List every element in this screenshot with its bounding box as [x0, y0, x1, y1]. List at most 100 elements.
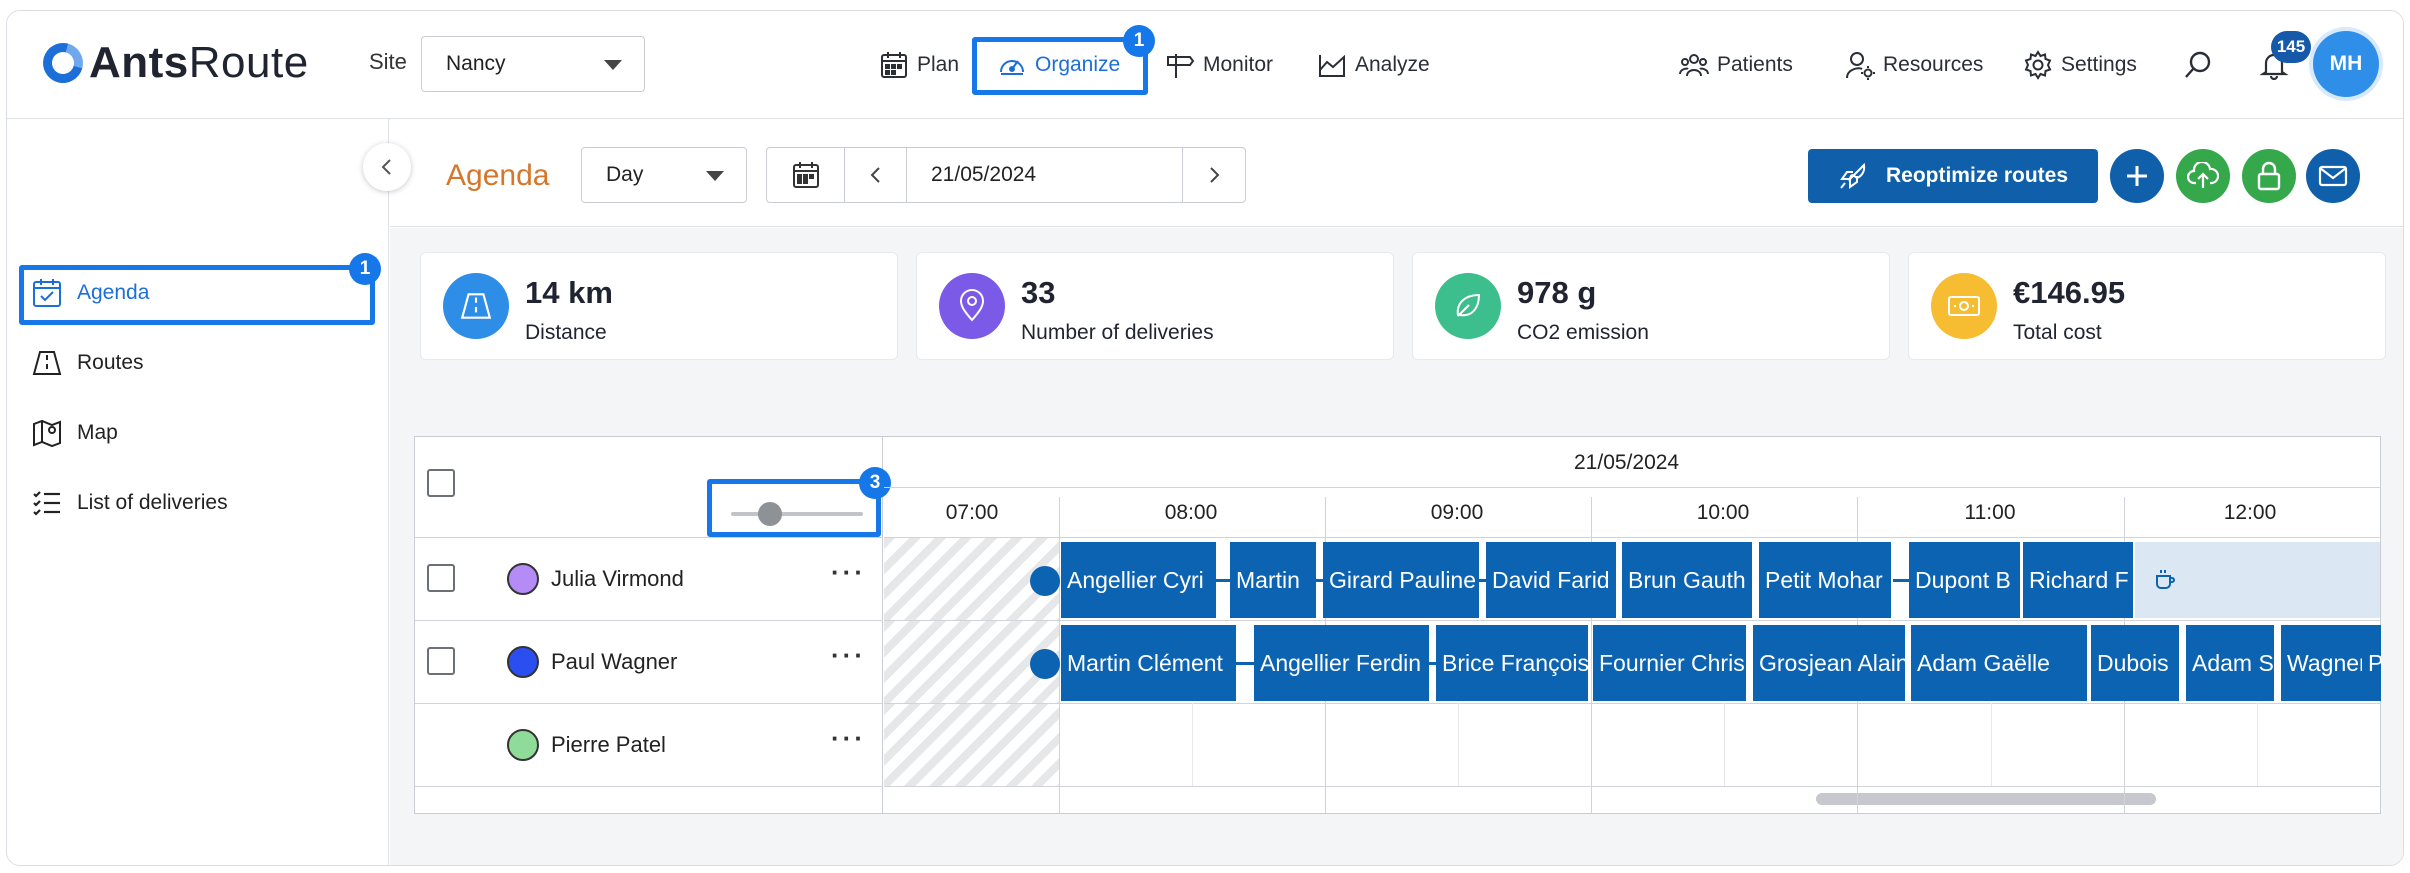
area-chart-icon — [1319, 54, 1345, 77]
delivery-block[interactable]: Brun Gauth — [1622, 542, 1752, 618]
select-all-checkbox[interactable] — [427, 469, 455, 497]
delivery-block[interactable]: Grosjean Alain — [1753, 625, 1905, 701]
search-button[interactable] — [2183, 43, 2213, 87]
organize-step-badge: 1 — [1123, 25, 1155, 57]
nav-settings[interactable]: Settings — [2023, 43, 2137, 87]
reoptimize-routes-label: Reoptimize routes — [1885, 164, 2069, 187]
hour-label: 08:00 — [1164, 501, 1218, 524]
unavailable-period — [884, 704, 1059, 786]
driver-checkbox[interactable] — [427, 564, 455, 592]
delivery-block[interactable]: Wagner — [2281, 625, 2367, 701]
delivery-block[interactable]: Adam S — [2186, 625, 2274, 701]
route-connector — [1316, 579, 1323, 582]
driver-color-dot — [507, 563, 539, 595]
driver-more-options-icon[interactable]: ··· — [831, 723, 866, 754]
nav-resources[interactable]: Resources — [1845, 43, 1983, 87]
kpi-value: €146.95 — [2013, 275, 2126, 310]
previous-day-button[interactable] — [845, 148, 907, 202]
driver-more-options-icon[interactable]: ··· — [831, 640, 866, 671]
nav-analyze[interactable]: Analyze — [1317, 43, 1430, 87]
agenda-content: 14 km Distance 33 Number of deliveries 9… — [390, 228, 2403, 865]
hour-label: 12:00 — [2223, 501, 2277, 524]
signpost-icon — [1167, 54, 1195, 78]
chevron-down-icon — [706, 171, 724, 181]
nav-patients-label: Patients — [1717, 53, 1793, 76]
sidebar-item-map[interactable]: Map — [31, 413, 118, 453]
delivery-block[interactable]: Adam Gaëlle — [1911, 625, 2087, 701]
calendar-icon — [792, 162, 819, 188]
reoptimize-routes-button[interactable]: Reoptimize routes — [1808, 149, 2098, 203]
nav-resources-label: Resources — [1883, 53, 1984, 76]
delivery-block[interactable]: Dubois — [2091, 625, 2179, 701]
hour-divider — [1059, 497, 1060, 813]
nav-patients[interactable]: Patients — [1679, 43, 1793, 87]
delivery-block[interactable]: Fournier Chris — [1593, 625, 1746, 701]
driver-name[interactable]: Pierre Patel — [551, 732, 666, 758]
cloud-upload-button[interactable] — [2176, 149, 2230, 203]
email-button[interactable] — [2306, 149, 2360, 203]
user-avatar[interactable]: MH — [2313, 31, 2379, 97]
driver-name[interactable]: Julia Virmond — [551, 566, 684, 592]
nav-monitor[interactable]: Monitor — [1165, 43, 1273, 87]
coffee-icon — [2156, 570, 2175, 589]
sidebar-item-list-of-deliveries[interactable]: List of deliveries — [31, 483, 228, 523]
next-day-button[interactable] — [1183, 148, 1245, 202]
nav-plan[interactable]: Plan — [879, 43, 959, 87]
timeline-date: 21/05/2024 — [1574, 451, 1680, 474]
pin-icon — [939, 273, 1005, 339]
organize-highlight-box — [972, 37, 1148, 95]
delivery-block[interactable]: Brice François — [1436, 625, 1588, 701]
kpi-label: CO2 emission — [1517, 321, 1649, 344]
delivery-block[interactable]: Angellier Cyri — [1061, 542, 1216, 618]
road-icon — [32, 351, 62, 375]
delivery-block[interactable]: Richard F — [2023, 542, 2133, 618]
route-connector — [1429, 662, 1436, 665]
view-mode-select[interactable]: Day — [581, 147, 747, 203]
logo-mark-icon — [35, 35, 91, 91]
route-connector — [1893, 579, 1909, 582]
nav-analyze-label: Analyze — [1355, 53, 1430, 76]
page-title: Agenda — [446, 159, 550, 192]
checklist-icon — [33, 491, 60, 516]
route-connector — [1479, 579, 1486, 582]
sidebar-item-routes[interactable]: Routes — [31, 343, 144, 383]
timeline-horizontal-scrollbar[interactable] — [1816, 793, 2156, 805]
chevron-left-icon — [870, 167, 880, 183]
driver-more-options-icon[interactable]: ··· — [831, 557, 866, 588]
app-window: AntsRoute Site Nancy Plan Organize 1 Mon… — [6, 10, 2404, 866]
agenda-highlight-box — [19, 265, 375, 325]
half-hour-divider — [1724, 703, 1725, 786]
site-label: Site — [369, 49, 407, 74]
delivery-block[interactable]: Dupont B — [1909, 542, 2020, 618]
route-start-marker[interactable] — [1030, 566, 1060, 596]
kpi-card-cost: €146.95 Total cost — [1908, 252, 2386, 360]
delivery-block[interactable]: Petit Mohar — [1759, 542, 1891, 618]
driver-name[interactable]: Paul Wagner — [551, 649, 677, 675]
zoom-slider-highlight-box — [707, 479, 881, 537]
chevron-left-icon — [381, 159, 391, 175]
antsroute-logo[interactable]: AntsRoute — [35, 33, 309, 93]
calendar-picker-button[interactable] — [767, 148, 845, 202]
delivery-block[interactable]: Martin Clément — [1061, 625, 1236, 701]
road-icon — [443, 273, 509, 339]
collapse-sidebar-button[interactable] — [363, 143, 411, 191]
rocket-icon — [1840, 162, 1866, 189]
lock-button[interactable] — [2242, 149, 2296, 203]
date-navigator: 21/05/2024 — [766, 147, 1246, 203]
break-period[interactable] — [2135, 542, 2380, 618]
delivery-block[interactable]: Martin — [1230, 542, 1316, 618]
site-select[interactable]: Nancy — [421, 36, 645, 92]
top-navigation-bar: AntsRoute Site Nancy Plan Organize 1 Mon… — [7, 11, 2403, 119]
sidebar-item-label: Map — [77, 421, 118, 444]
route-start-marker[interactable] — [1030, 649, 1060, 679]
delivery-block[interactable]: Pi — [2362, 625, 2381, 701]
add-button[interactable] — [2110, 149, 2164, 203]
delivery-block[interactable]: Girard Pauline — [1323, 542, 1479, 618]
driver-checkbox[interactable] — [427, 647, 455, 675]
nav-settings-label: Settings — [2061, 53, 2137, 76]
kpi-value: 33 — [1021, 275, 1056, 310]
date-input[interactable]: 21/05/2024 — [907, 148, 1183, 202]
delivery-block[interactable]: David Farid — [1486, 542, 1616, 618]
delivery-block[interactable]: Angellier Ferdin — [1254, 625, 1429, 701]
kpi-label: Total cost — [2013, 321, 2102, 344]
